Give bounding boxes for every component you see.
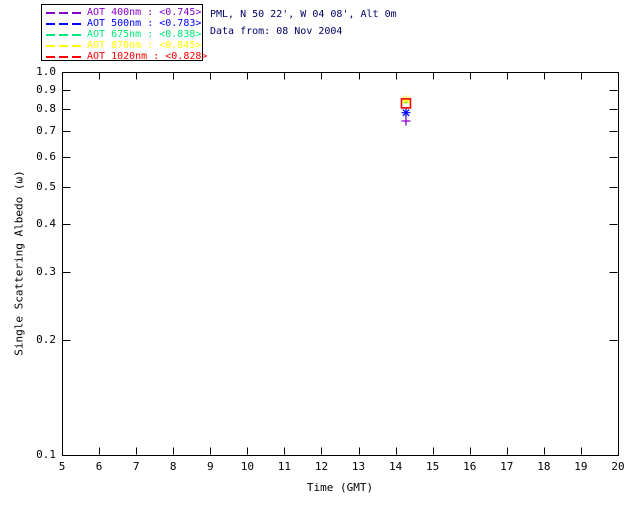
marker-400nm <box>401 116 410 125</box>
y-tick-label: 1.0 <box>24 65 56 78</box>
plot-area <box>0 0 640 512</box>
x-tick-label: 14 <box>381 460 411 473</box>
x-tick-label: 10 <box>232 460 262 473</box>
y-tick-label: 0.1 <box>24 448 56 461</box>
y-tick-label: 0.7 <box>24 124 56 137</box>
plot-frame <box>63 73 619 456</box>
x-tick-label: 13 <box>344 460 374 473</box>
x-tick-label: 8 <box>158 460 188 473</box>
y-tick-label: 0.8 <box>24 102 56 115</box>
y-tick-label: 0.2 <box>24 333 56 346</box>
x-tick-label: 9 <box>195 460 225 473</box>
x-tick-label: 16 <box>455 460 485 473</box>
plot-page: AOT 400nm : <0.745>AOT 500nm : <0.783>AO… <box>0 0 640 512</box>
x-tick-label: 5 <box>47 460 77 473</box>
x-tick-label: 19 <box>566 460 596 473</box>
y-tick-label: 0.5 <box>24 180 56 193</box>
x-tick-label: 6 <box>84 460 114 473</box>
y-tick-label: 0.6 <box>24 150 56 163</box>
x-tick-label: 7 <box>121 460 151 473</box>
x-tick-label: 12 <box>306 460 336 473</box>
y-axis-title: Single Scattering Albedo (ω) <box>13 170 26 355</box>
y-tick-label: 0.9 <box>24 83 56 96</box>
x-tick-label: 17 <box>492 460 522 473</box>
marker-500nm <box>401 108 410 117</box>
x-tick-label: 11 <box>269 460 299 473</box>
x-tick-label: 18 <box>529 460 559 473</box>
x-tick-label: 15 <box>418 460 448 473</box>
y-tick-label: 0.3 <box>24 265 56 278</box>
x-tick-label: 20 <box>603 460 633 473</box>
marker-870nm <box>401 96 410 105</box>
y-tick-label: 0.4 <box>24 217 56 230</box>
